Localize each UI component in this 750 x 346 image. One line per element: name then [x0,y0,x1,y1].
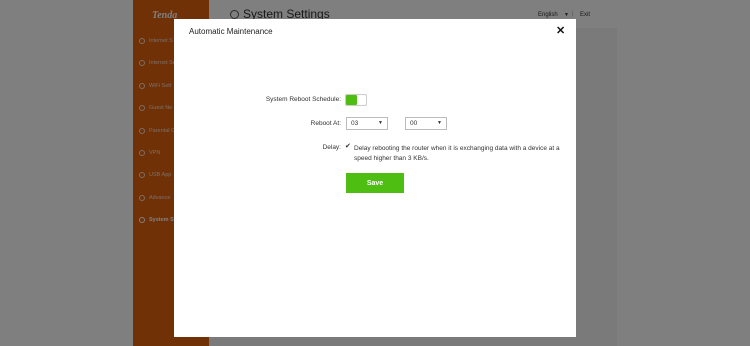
caret-down-icon: ▼ [437,120,442,126]
reboot-minute-select[interactable]: 00 ▼ [405,117,447,130]
delay-description: Delay rebooting the router when it is ex… [354,145,560,162]
reboot-hour-value: 03 [351,120,359,127]
caret-down-icon: ▼ [378,120,383,126]
close-icon[interactable]: ✕ [556,24,565,37]
reboot-minute-value: 00 [410,120,418,127]
reboot-schedule-label: System Reboot Schedule: [265,96,341,103]
dialog-title: Automatic Maintenance [189,27,273,36]
reboot-hour-select[interactable]: 03 ▼ [346,117,388,130]
reboot-schedule-toggle[interactable] [345,94,367,106]
toggle-on-indicator [346,95,357,105]
automatic-maintenance-dialog: Automatic Maintenance ✕ System Reboot Sc… [174,19,576,337]
reboot-at-label: Reboot At: [310,120,341,127]
checkmark-icon: ✔ [345,143,351,150]
save-button[interactable]: Save [346,173,404,193]
delay-label: Delay: [322,144,341,151]
